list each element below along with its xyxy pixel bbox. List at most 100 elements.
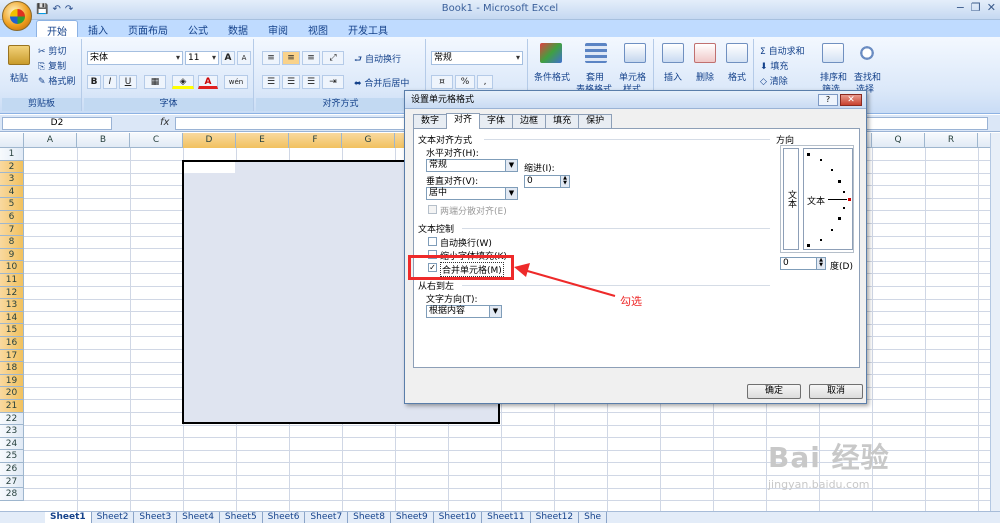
- cell-styles-icon[interactable]: [624, 43, 646, 63]
- row-header[interactable]: 4: [0, 185, 24, 199]
- tab-home[interactable]: 开始: [36, 20, 78, 38]
- row-header[interactable]: 2: [0, 160, 24, 174]
- wrap-text-button[interactable]: ⮐ 自动换行: [354, 52, 401, 68]
- row-header[interactable]: 25: [0, 450, 24, 463]
- row-header[interactable]: 1: [0, 148, 24, 161]
- tab-insert[interactable]: 插入: [78, 20, 118, 37]
- name-box[interactable]: D2: [2, 117, 112, 130]
- fill-button[interactable]: ⬇ 填充: [760, 59, 788, 72]
- tab-developer[interactable]: 开发工具: [338, 20, 398, 37]
- shrink-font-button[interactable]: A: [237, 51, 251, 65]
- tab-number[interactable]: 数字: [413, 114, 448, 128]
- row-header[interactable]: 11: [0, 274, 24, 287]
- align-bottom-button[interactable]: ≡: [302, 51, 320, 65]
- align-top-button[interactable]: ≡: [262, 51, 280, 65]
- row-header[interactable]: 8: [0, 236, 24, 249]
- grow-font-button[interactable]: A: [221, 51, 235, 65]
- tab-page-layout[interactable]: 页面布局: [118, 20, 178, 37]
- indent-button[interactable]: ⇥: [322, 75, 344, 89]
- restore-button[interactable]: ❐: [971, 1, 981, 14]
- align-middle-button[interactable]: ≡: [282, 51, 300, 65]
- row-header[interactable]: 5: [0, 198, 24, 211]
- column-header[interactable]: R: [925, 133, 978, 148]
- percent-button[interactable]: %: [455, 75, 475, 89]
- text-direction-select[interactable]: 根据内容 ▼: [426, 305, 502, 318]
- cancel-button[interactable]: 取消: [809, 384, 863, 399]
- tab-protection[interactable]: 保护: [578, 114, 613, 128]
- sheet-tab[interactable]: Sheet3: [134, 512, 178, 523]
- sheet-tab[interactable]: Sheet10: [434, 512, 483, 523]
- sort-filter-icon[interactable]: [822, 43, 844, 63]
- row-header[interactable]: 23: [0, 425, 24, 438]
- spinner-arrows-icon[interactable]: ▲ ▼: [560, 176, 569, 187]
- tab-alignment[interactable]: 对齐: [446, 113, 481, 129]
- vertical-align-select[interactable]: 居中 ▼: [426, 187, 518, 200]
- sheet-tab[interactable]: Sheet8: [348, 512, 391, 523]
- sheet-tab[interactable]: Sheet2: [92, 512, 135, 523]
- row-header[interactable]: 26: [0, 463, 24, 476]
- row-header[interactable]: 13: [0, 299, 24, 312]
- font-color-button[interactable]: A: [198, 75, 218, 89]
- delete-cells-label[interactable]: 删除: [696, 70, 714, 83]
- row-header[interactable]: 17: [0, 349, 24, 363]
- spinner-arrows-icon[interactable]: ▲ ▼: [816, 258, 825, 269]
- conditional-format-icon[interactable]: [540, 43, 562, 63]
- tab-formulas[interactable]: 公式: [178, 20, 218, 37]
- autosum-button[interactable]: Σ 自动求和: [760, 44, 805, 57]
- sheet-tab[interactable]: She: [579, 512, 608, 523]
- row-header[interactable]: 22: [0, 412, 24, 426]
- vertical-text-button[interactable]: 文本: [783, 148, 799, 250]
- font-name-select[interactable]: 宋体: [87, 51, 183, 65]
- clear-button[interactable]: ◇ 清除: [760, 74, 788, 87]
- format-table-icon[interactable]: [585, 43, 607, 63]
- copy-button[interactable]: ⎘ 复制: [38, 59, 66, 72]
- fill-color-button[interactable]: ◈: [172, 75, 194, 89]
- paste-label[interactable]: 粘贴: [10, 71, 28, 84]
- tab-data[interactable]: 数据: [218, 20, 258, 37]
- column-header[interactable]: A: [24, 133, 77, 148]
- tab-fill[interactable]: 填充: [545, 114, 580, 128]
- row-header[interactable]: 12: [0, 286, 24, 300]
- insert-cells-icon[interactable]: [662, 43, 684, 63]
- tab-review[interactable]: 审阅: [258, 20, 298, 37]
- delete-cells-icon[interactable]: [694, 43, 716, 63]
- fx-icon[interactable]: fx: [160, 117, 169, 128]
- column-header[interactable]: C: [130, 133, 183, 148]
- format-painter-button[interactable]: ✎ 格式刷: [38, 74, 75, 87]
- align-right-button[interactable]: ☰: [302, 75, 320, 89]
- wrap-text-checkbox[interactable]: [428, 237, 437, 246]
- tab-font[interactable]: 字体: [479, 114, 514, 128]
- sheet-tab[interactable]: Sheet1: [45, 512, 92, 523]
- row-header[interactable]: 21: [0, 400, 24, 413]
- row-header[interactable]: 27: [0, 475, 24, 489]
- vertical-scrollbar[interactable]: [990, 133, 1000, 511]
- find-select-icon[interactable]: [856, 43, 878, 63]
- sheet-tab[interactable]: Sheet7: [305, 512, 349, 523]
- row-header[interactable]: 10: [0, 261, 24, 274]
- merge-center-button[interactable]: ⬌ 合并后居中: [354, 76, 409, 89]
- row-header[interactable]: 18: [0, 362, 24, 375]
- row-header[interactable]: 24: [0, 437, 24, 451]
- close-button[interactable]: ✕: [987, 1, 996, 14]
- select-all-corner[interactable]: [0, 133, 24, 148]
- sheet-tab[interactable]: Sheet11: [482, 512, 531, 523]
- align-center-button[interactable]: ☰: [282, 75, 300, 89]
- border-button[interactable]: ▦: [144, 75, 166, 89]
- minimize-button[interactable]: −: [956, 1, 965, 14]
- format-cells-label[interactable]: 格式: [728, 70, 746, 83]
- bold-button[interactable]: B: [87, 75, 101, 89]
- paste-icon[interactable]: [8, 45, 30, 65]
- row-header[interactable]: 14: [0, 311, 24, 325]
- row-header[interactable]: 28: [0, 488, 24, 501]
- currency-button[interactable]: ¤: [431, 75, 453, 89]
- sheet-tab[interactable]: Sheet9: [391, 512, 434, 523]
- orientation-dial[interactable]: 文本: [803, 148, 853, 250]
- insert-cells-label[interactable]: 插入: [664, 70, 682, 83]
- row-header[interactable]: 3: [0, 173, 24, 186]
- sheet-tab[interactable]: Sheet5: [220, 512, 263, 523]
- horizontal-align-select[interactable]: 常规 ▼: [426, 159, 518, 172]
- comma-button[interactable]: ,: [477, 75, 493, 89]
- sheet-tab[interactable]: Sheet12: [531, 512, 580, 523]
- row-header[interactable]: 19: [0, 374, 24, 388]
- row-header[interactable]: 6: [0, 211, 24, 224]
